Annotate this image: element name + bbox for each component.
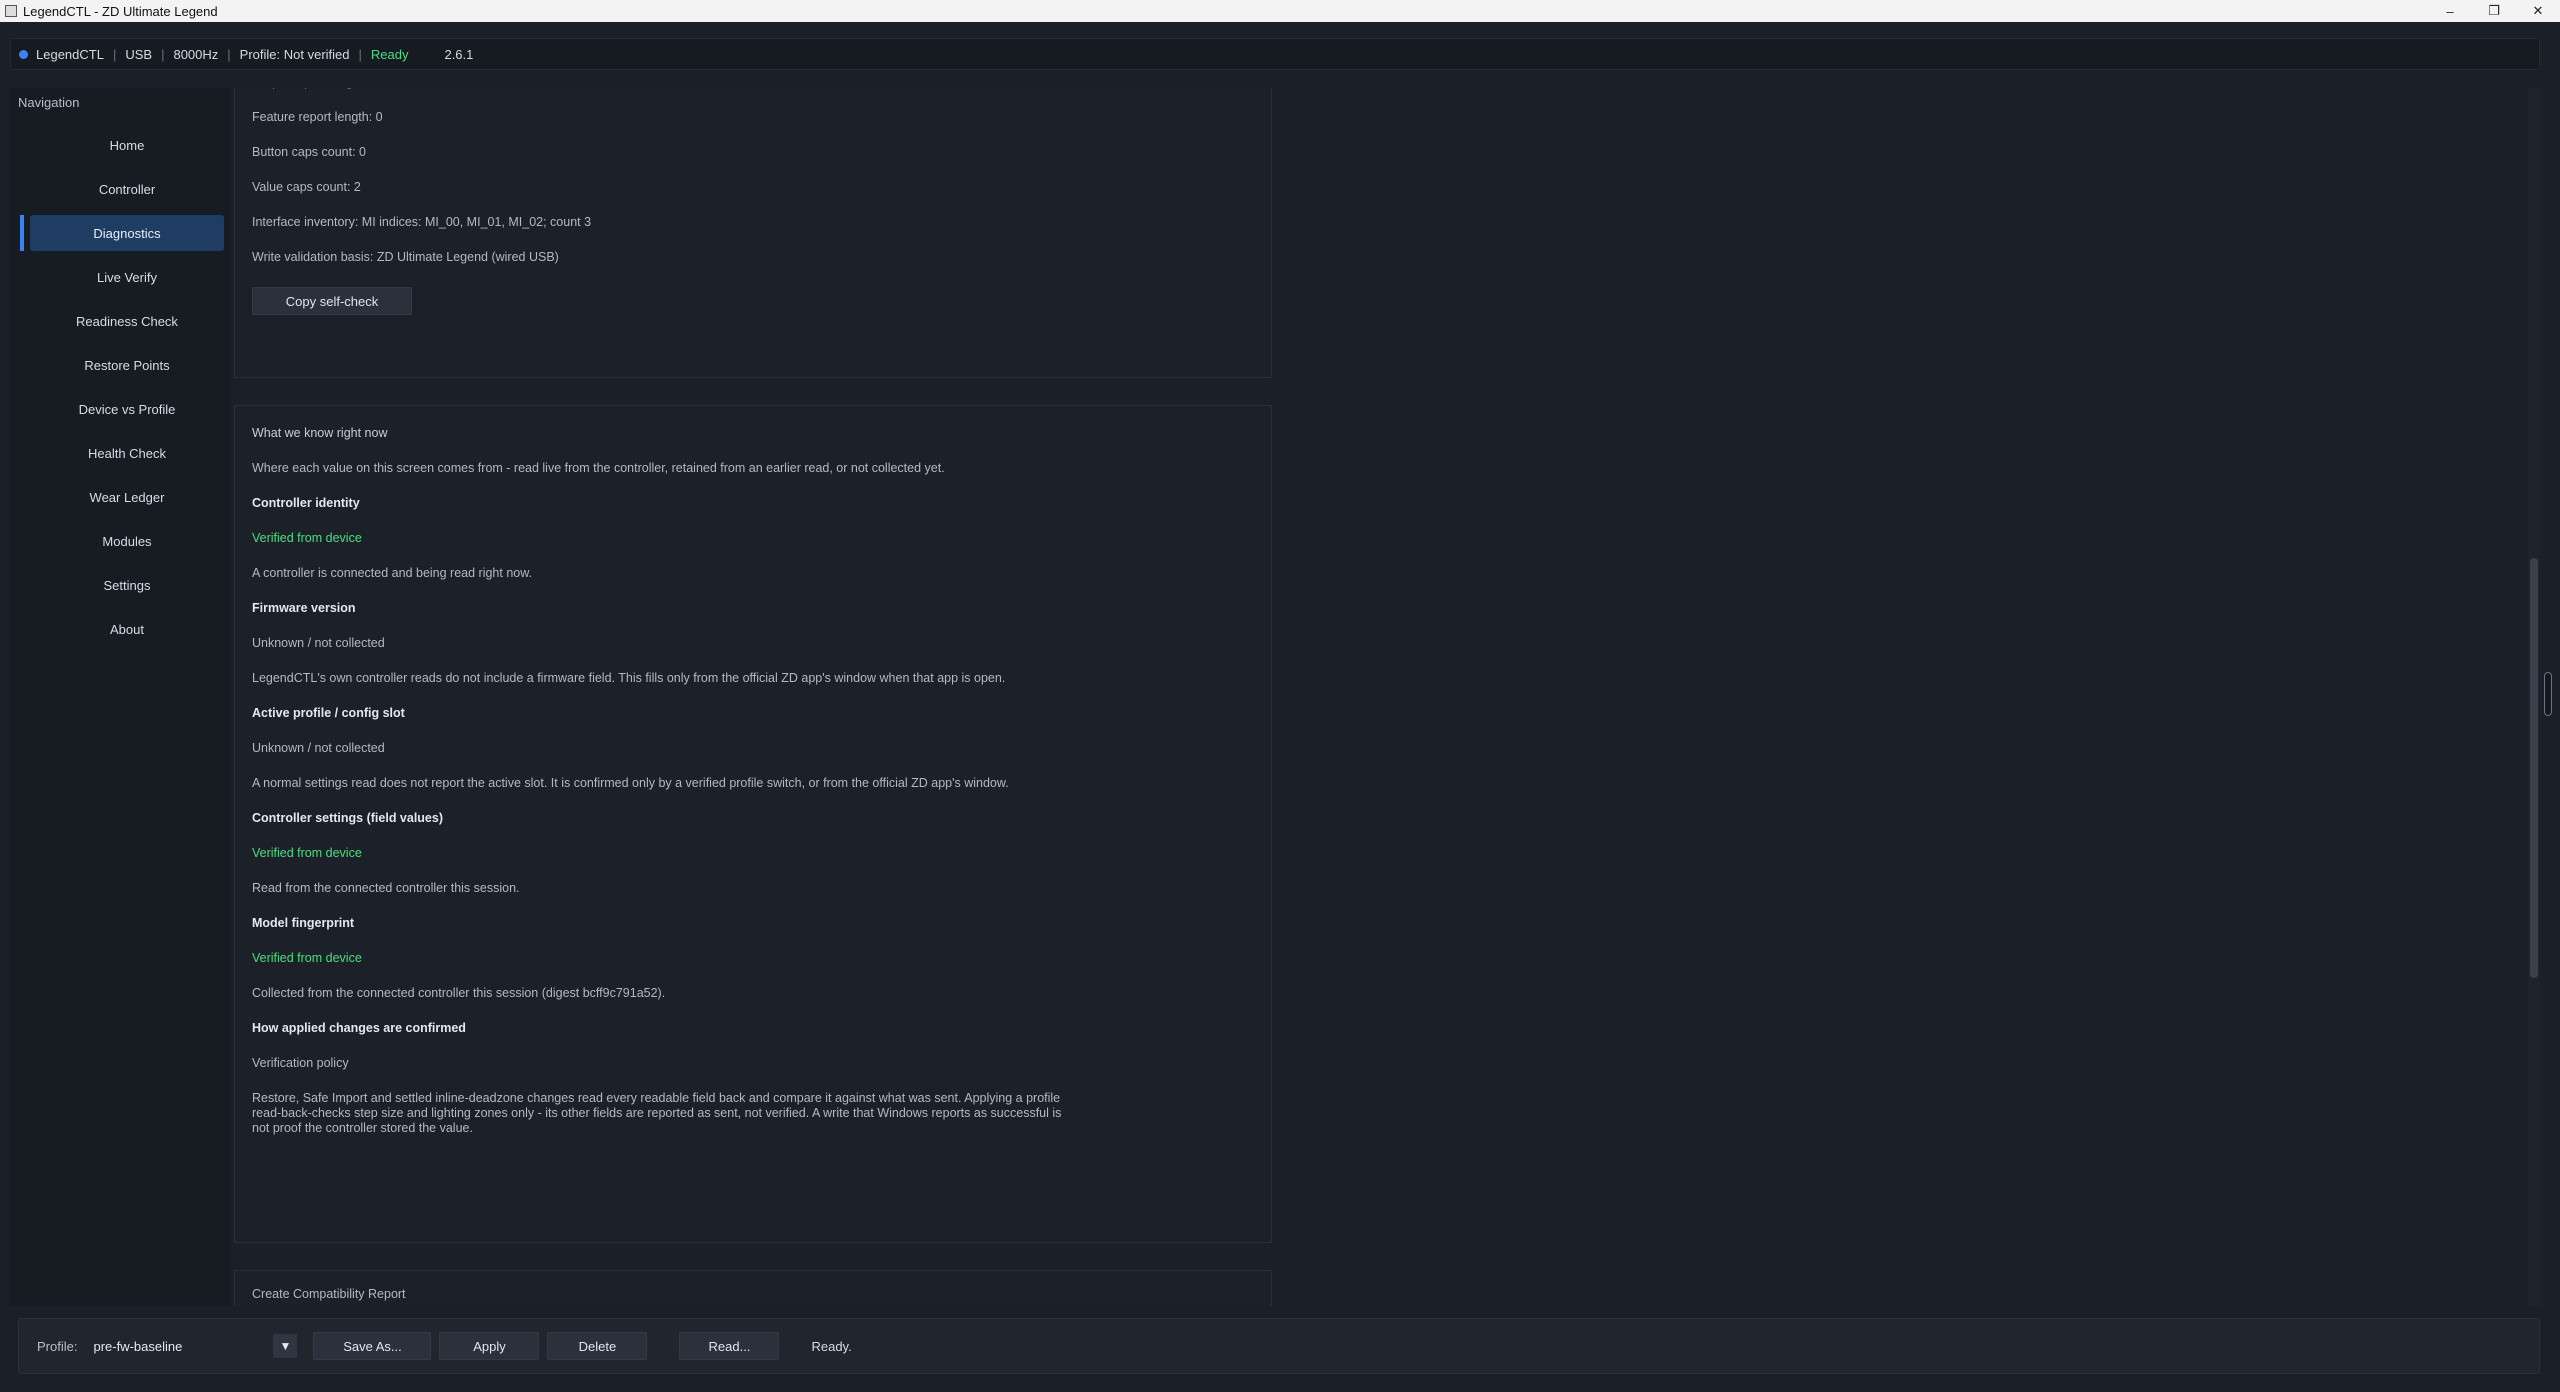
status-profile: Profile: Not verified (239, 46, 350, 62)
knowledge-card: What we know right now Where each value … (234, 405, 1272, 1243)
self-check-line: Feature report length: 0 (252, 110, 383, 124)
maximize-icon[interactable]: ❐ (2472, 0, 2516, 22)
self-check-line: Write validation basis: ZD Ultimate Lege… (252, 250, 559, 264)
window-titlebar: LegendCTL - ZD Ultimate Legend – ❐ ✕ (0, 0, 2560, 22)
controller-identity-status: Verified from device (252, 531, 362, 545)
confirmation-detail: Restore, Safe Import and settled inline-… (252, 1091, 1062, 1135)
sidebar-item-diagnostics[interactable]: Diagnostics (20, 215, 224, 251)
sidebar-item-device-vs-profile[interactable]: Device vs Profile (30, 391, 224, 427)
bottom-status-text: Ready. (811, 1338, 852, 1354)
sidebar-item-live-verify[interactable]: Live Verify (30, 259, 224, 295)
nav-list: Home Controller Diagnostics Live Verify … (10, 127, 230, 647)
profile-bar: Profile: pre-fw-baseline ▼ Save As... Ap… (18, 1318, 2540, 1374)
connection-status-bar: LegendCTL | USB | 8000Hz | Profile: Not … (10, 38, 2540, 70)
model-fingerprint-status: Verified from device (252, 951, 362, 965)
nav-title: Navigation (18, 95, 80, 110)
knowledge-title: What we know right now (252, 426, 388, 440)
status-separator: | (227, 46, 231, 62)
close-icon[interactable]: ✕ (2516, 0, 2560, 22)
status-separator: | (358, 46, 362, 62)
controller-settings-heading: Controller settings (field values) (252, 811, 444, 825)
apply-button[interactable]: Apply (439, 1332, 540, 1360)
model-fingerprint-heading: Model fingerprint (252, 916, 355, 930)
controller-settings-detail: Read from the connected controller this … (252, 881, 520, 895)
sidebar-item-home[interactable]: Home (30, 127, 224, 163)
chevron-down-icon[interactable]: ▼ (273, 1334, 298, 1358)
content-scrollbar[interactable] (2528, 88, 2540, 1306)
save-as-button[interactable]: Save As... (313, 1332, 432, 1360)
connection-status-dot-icon (19, 49, 28, 59)
minimize-icon[interactable]: – (2428, 0, 2472, 22)
confirmation-heading: How applied changes are confirmed (252, 1021, 466, 1035)
knowledge-intro: Where each value on this screen comes fr… (252, 461, 945, 475)
profile-select-value: pre-fw-baseline (93, 1338, 183, 1354)
self-check-line: Button caps count: 0 (252, 145, 366, 159)
sidebar-item-restore-points[interactable]: Restore Points (30, 347, 224, 383)
sidebar-item-about[interactable]: About (30, 611, 224, 647)
status-app-name: LegendCTL (36, 46, 104, 62)
status-connection: USB (125, 46, 153, 62)
self-check-line: Value caps count: 2 (252, 180, 361, 194)
firmware-version-heading: Firmware version (252, 601, 356, 615)
sidebar-item-settings[interactable]: Settings (30, 567, 224, 603)
copy-self-check-button[interactable]: Copy self-check (252, 287, 412, 315)
diagnostics-content[interactable]: Output report length: 65 Feature report … (230, 88, 2530, 1306)
controller-identity-heading: Controller identity (252, 496, 360, 510)
compatibility-report-title: Create Compatibility Report (252, 1287, 406, 1301)
window-title: LegendCTL - ZD Ultimate Legend (23, 3, 218, 19)
active-profile-detail: A normal settings read does not report t… (252, 776, 1009, 790)
controller-identity-detail: A controller is connected and being read… (252, 566, 533, 580)
sidebar-item-controller[interactable]: Controller (30, 171, 224, 207)
sidebar-item-health-check[interactable]: Health Check (30, 435, 224, 471)
status-polling-rate: 8000Hz (173, 46, 219, 62)
active-profile-heading: Active profile / config slot (252, 706, 405, 720)
firmware-version-detail: LegendCTL's own controller reads do not … (252, 671, 1006, 685)
app-icon (5, 5, 17, 17)
profile-select[interactable]: pre-fw-baseline ▼ (87, 1332, 298, 1360)
confirmation-status: Verification policy (252, 1056, 349, 1070)
sidebar-item-modules[interactable]: Modules (30, 523, 224, 559)
read-button[interactable]: Read... (679, 1332, 780, 1360)
sidebar-item-readiness-check[interactable]: Readiness Check (30, 303, 224, 339)
scrollbar-thumb[interactable] (2530, 558, 2538, 978)
delete-button[interactable]: Delete (547, 1332, 648, 1360)
compatibility-report-card: Create Compatibility Report (234, 1270, 1272, 1306)
status-separator: | (112, 46, 117, 62)
resize-handle[interactable] (2544, 672, 2552, 716)
status-state: Ready (370, 46, 409, 62)
sidebar: Navigation Home Controller Diagnostics L… (10, 88, 230, 1306)
controller-settings-status: Verified from device (252, 846, 362, 860)
self-check-card: Output report length: 65 Feature report … (234, 88, 1272, 378)
model-fingerprint-detail: Collected from the connected controller … (252, 986, 666, 1000)
active-profile-status: Unknown / not collected (252, 741, 385, 755)
firmware-version-status: Unknown / not collected (252, 636, 385, 650)
sidebar-item-wear-ledger[interactable]: Wear Ledger (30, 479, 224, 515)
app-version: 2.6.1 (444, 46, 474, 62)
self-check-line: Output report length: 65 (252, 88, 1254, 100)
status-separator: | (161, 46, 165, 62)
profile-label: Profile: (37, 1338, 78, 1354)
self-check-line: Interface inventory: MI indices: MI_00, … (252, 215, 592, 229)
